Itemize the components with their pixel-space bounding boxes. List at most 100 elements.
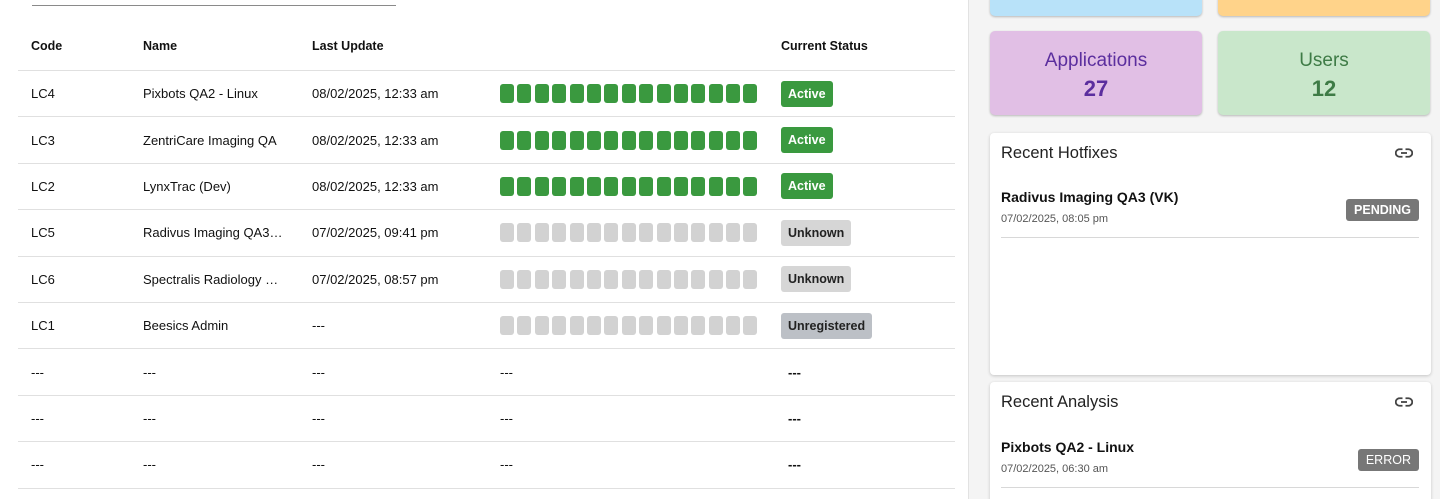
status-history-bar[interactable]: [569, 269, 584, 289]
link-icon[interactable]: [1395, 396, 1413, 408]
status-history-bar[interactable]: [569, 176, 584, 196]
status-history-bar[interactable]: [534, 176, 549, 196]
column-header-code[interactable]: Code: [31, 39, 131, 53]
status-history-bar[interactable]: [743, 130, 758, 150]
status-history-bar[interactable]: [673, 223, 688, 243]
table-row[interactable]: LC1 Beesics Admin --- Unregistered: [18, 303, 955, 350]
status-history-bar[interactable]: [639, 130, 654, 150]
status-history-bar[interactable]: [552, 316, 567, 336]
status-history-bar[interactable]: [500, 316, 514, 336]
status-history-bar[interactable]: [743, 269, 758, 289]
status-history-bar[interactable]: [708, 176, 723, 196]
status-history-bar[interactable]: [656, 269, 671, 289]
status-history-bar[interactable]: [621, 84, 636, 104]
status-history-bar[interactable]: [517, 316, 532, 336]
status-history-bar[interactable]: [569, 316, 584, 336]
status-history-bar[interactable]: [517, 84, 532, 104]
column-header-current-status[interactable]: Current Status: [781, 39, 941, 53]
table-row[interactable]: LC4 Pixbots QA2 - Linux 08/02/2025, 12:33 …: [18, 71, 955, 118]
column-header-last-update[interactable]: Last Update: [312, 39, 482, 53]
status-history-bar[interactable]: [743, 84, 758, 104]
status-history-bar[interactable]: [517, 269, 532, 289]
status-history-bar[interactable]: [500, 130, 514, 150]
status-history-bar[interactable]: [586, 130, 601, 150]
status-history-bar[interactable]: [569, 84, 584, 104]
status-history-bar[interactable]: [552, 223, 567, 243]
status-history-bar[interactable]: [639, 223, 654, 243]
status-history-bar[interactable]: [569, 130, 584, 150]
status-history-bar[interactable]: [708, 84, 723, 104]
status-history-bar[interactable]: [726, 316, 741, 336]
status-history-bar[interactable]: [621, 316, 636, 336]
status-history-bar[interactable]: [500, 176, 514, 196]
table-row[interactable]: LC6 Spectralis Radiology … 07/02/2025, 08:…: [18, 257, 955, 303]
status-history-bar[interactable]: [604, 176, 619, 196]
status-history-bar[interactable]: [621, 223, 636, 243]
users-stat-card[interactable]: Users 12: [1218, 31, 1430, 115]
status-history-bar[interactable]: [586, 176, 601, 196]
status-history-bar[interactable]: [534, 223, 549, 243]
status-history-bar[interactable]: [708, 316, 723, 336]
status-history-bar[interactable]: [743, 223, 758, 243]
column-header-name[interactable]: Name: [143, 39, 285, 53]
status-history-bar[interactable]: [673, 316, 688, 336]
status-history-bar[interactable]: [743, 176, 758, 196]
status-history-bar[interactable]: [656, 316, 671, 336]
status-history-bar[interactable]: [604, 130, 619, 150]
status-history-bar[interactable]: [691, 130, 706, 150]
status-history-bar[interactable]: [500, 223, 514, 243]
table-row[interactable]: LC5 Radivus Imaging QA3… 07/02/2025, 09:41…: [18, 210, 955, 257]
status-history-bar[interactable]: [552, 130, 567, 150]
status-history-bar[interactable]: [656, 84, 671, 104]
status-history-bar[interactable]: [726, 130, 741, 150]
status-history-bar[interactable]: [534, 269, 549, 289]
status-history-bar[interactable]: [639, 176, 654, 196]
status-history-bar[interactable]: [656, 130, 671, 150]
status-history-bar[interactable]: [621, 176, 636, 196]
status-history-bar[interactable]: [743, 316, 758, 336]
applications-stat-card[interactable]: Applications 27: [990, 31, 1202, 115]
status-history-bar[interactable]: [639, 269, 654, 289]
status-history-bar[interactable]: [604, 84, 619, 104]
status-history-bar[interactable]: [673, 269, 688, 289]
status-history-bar[interactable]: [708, 269, 723, 289]
status-history-bar[interactable]: [656, 176, 671, 196]
status-history-bar[interactable]: [691, 84, 706, 104]
status-history-bar[interactable]: [517, 176, 532, 196]
status-history-bar[interactable]: [708, 223, 723, 243]
status-history-bar[interactable]: [604, 223, 619, 243]
status-history-bar[interactable]: [552, 84, 567, 104]
hotfix-list-item[interactable]: Radivus Imaging QA3 (VK) 07/02/2025, 08:…: [1001, 189, 1419, 238]
status-history-bar[interactable]: [621, 269, 636, 289]
status-history-bar[interactable]: [673, 130, 688, 150]
status-history-bar[interactable]: [691, 269, 706, 289]
table-row[interactable]: LC2 LynxTrac (Dev) 08/02/2025, 12:33 am Act…: [18, 164, 955, 211]
table-row[interactable]: --- --- --- --- ---: [18, 442, 955, 489]
status-history-bar[interactable]: [726, 176, 741, 196]
table-row[interactable]: --- --- --- --- ---: [18, 349, 955, 396]
table-row[interactable]: --- --- --- --- ---: [18, 396, 955, 443]
status-history-bar[interactable]: [691, 223, 706, 243]
status-history-bar[interactable]: [586, 223, 601, 243]
status-history-bar[interactable]: [517, 223, 532, 243]
status-history-bar[interactable]: [534, 130, 549, 150]
status-history-bar[interactable]: [586, 84, 601, 104]
link-icon[interactable]: [1395, 147, 1413, 159]
status-history-bar[interactable]: [691, 176, 706, 196]
status-history-bar[interactable]: [604, 269, 619, 289]
status-history-bar[interactable]: [639, 84, 654, 104]
status-history-bar[interactable]: [726, 269, 741, 289]
status-history-bar[interactable]: [621, 130, 636, 150]
status-history-bar[interactable]: [534, 84, 549, 104]
status-history-bar[interactable]: [726, 84, 741, 104]
status-history-bar[interactable]: [639, 316, 654, 336]
stat-card-top-blue[interactable]: [990, 0, 1202, 16]
status-history-bar[interactable]: [726, 223, 741, 243]
status-history-bar[interactable]: [604, 316, 619, 336]
status-history-bar[interactable]: [569, 223, 584, 243]
status-history-bar[interactable]: [552, 176, 567, 196]
status-history-bar[interactable]: [708, 130, 723, 150]
status-history-bar[interactable]: [500, 84, 514, 104]
status-history-bar[interactable]: [691, 316, 706, 336]
status-history-bar[interactable]: [673, 84, 688, 104]
